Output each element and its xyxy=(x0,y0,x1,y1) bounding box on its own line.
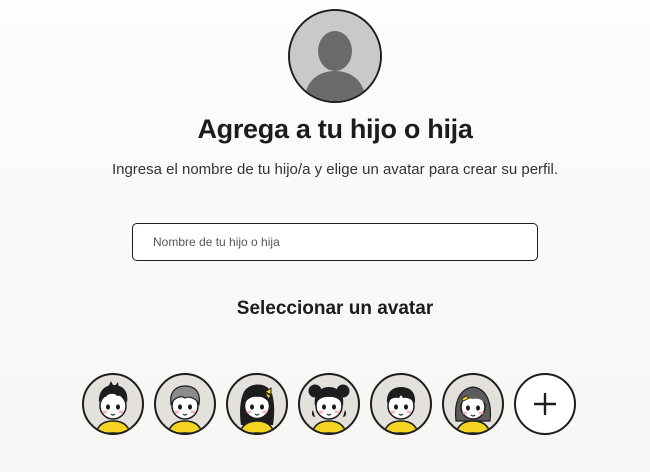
avatar-list xyxy=(82,373,576,435)
add-avatar-button[interactable] xyxy=(514,373,576,435)
boy-spiky-hair-avatar-icon xyxy=(95,381,131,433)
boy-gray-hair-avatar-icon xyxy=(167,385,203,433)
page-title: Agrega a tu hijo o hija xyxy=(197,114,473,144)
avatar-option-5[interactable] xyxy=(370,373,432,435)
default-user-silhouette-icon xyxy=(290,11,380,101)
girl-long-hair-bow-avatar-icon xyxy=(239,384,275,433)
boy-short-hair-avatar-icon xyxy=(383,387,419,433)
girl-pigtail-buns-avatar-icon xyxy=(308,384,350,433)
avatar-option-3[interactable] xyxy=(226,373,288,435)
child-name-input[interactable] xyxy=(132,223,538,261)
page-subtitle: Ingresa el nombre de tu hijo/a y elige u… xyxy=(111,161,559,178)
plus-icon xyxy=(534,393,556,415)
girl-bob-hair-clip-avatar-icon xyxy=(454,386,492,433)
avatar-option-2[interactable] xyxy=(154,373,216,435)
avatar-option-6[interactable] xyxy=(442,373,504,435)
profile-photo-placeholder[interactable] xyxy=(288,9,382,103)
avatar-option-4[interactable] xyxy=(298,373,360,435)
avatar-option-1[interactable] xyxy=(82,373,144,435)
avatar-section-title: Seleccionar un avatar xyxy=(236,298,434,319)
